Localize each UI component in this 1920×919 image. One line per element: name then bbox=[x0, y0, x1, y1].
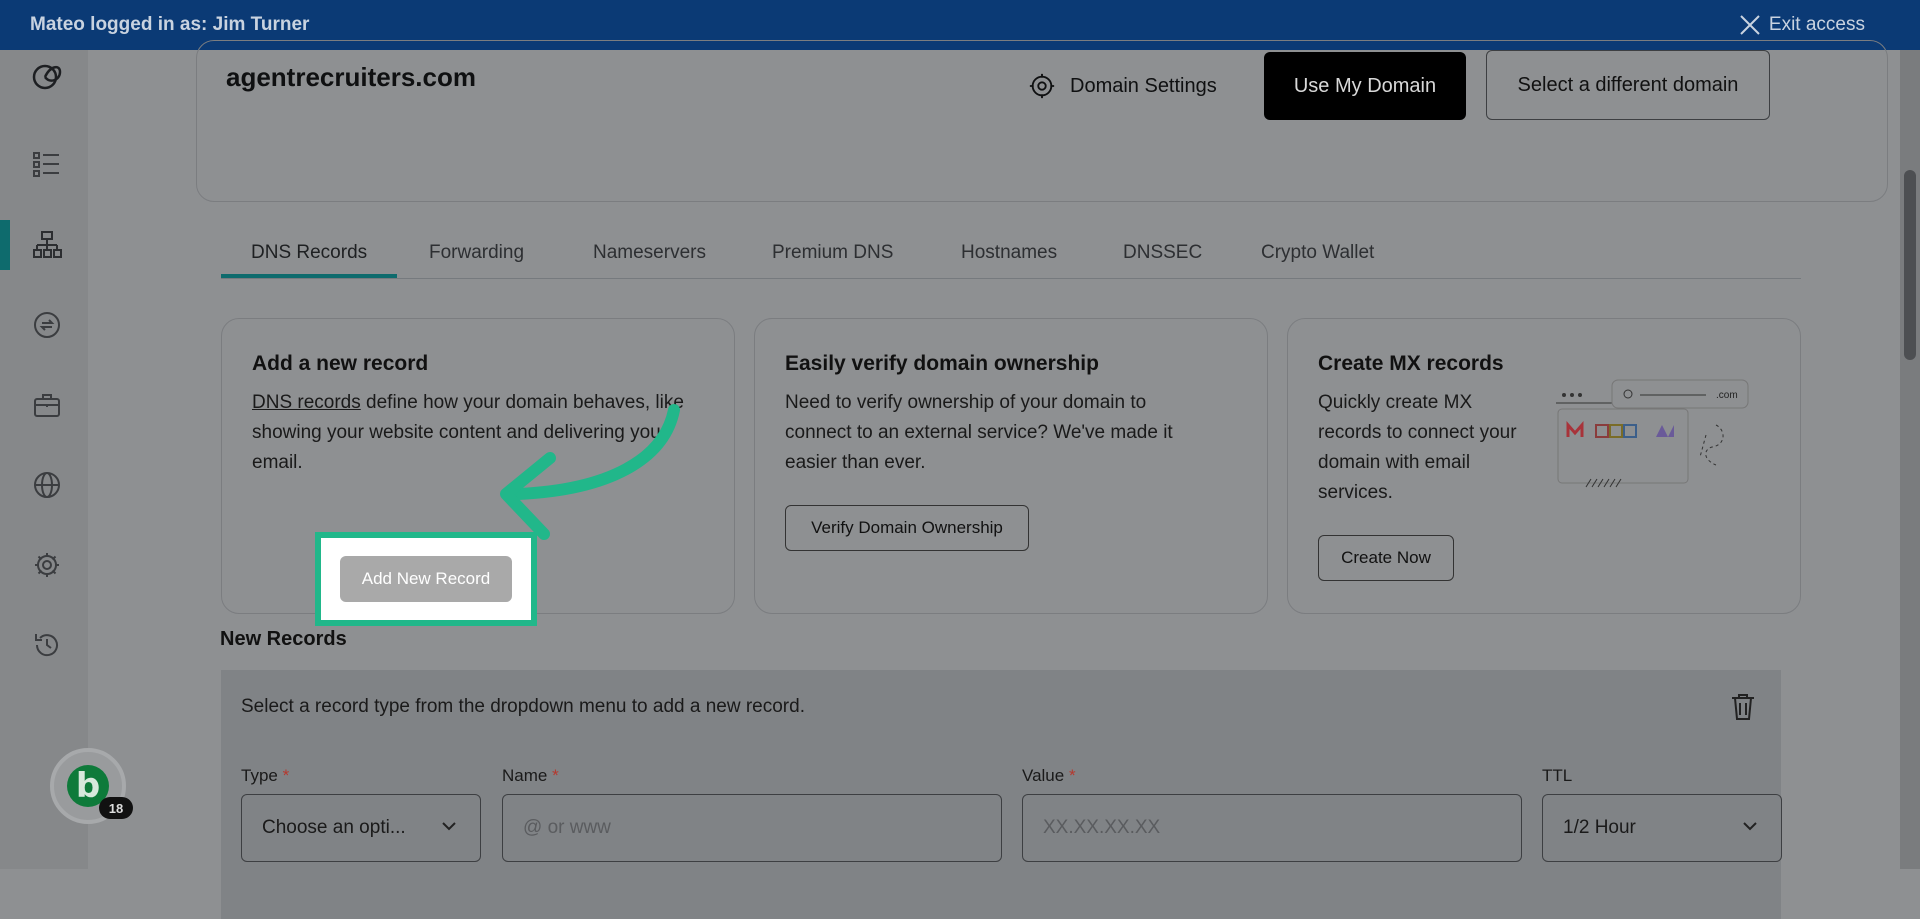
ttl-select-value: 1/2 Hour bbox=[1563, 817, 1636, 838]
mx-text-3: domain with email bbox=[1318, 452, 1471, 473]
illustration-domain-text: .com bbox=[1716, 390, 1738, 401]
page-scrollbar[interactable] bbox=[1900, 50, 1920, 869]
logged-in-text: Mateo logged in as: Jim Turner bbox=[30, 14, 310, 35]
list-icon[interactable] bbox=[30, 148, 64, 182]
tab-hostnames[interactable]: Hostnames bbox=[961, 242, 1057, 264]
tab-dnssec[interactable]: DNSSEC bbox=[1123, 242, 1202, 264]
active-indicator bbox=[0, 220, 10, 270]
globe-icon[interactable] bbox=[30, 468, 64, 502]
verify-text-2: connect to an external service? We've ma… bbox=[785, 422, 1173, 443]
mx-text-4: services. bbox=[1318, 482, 1393, 503]
pointer-arrow-icon bbox=[500, 404, 680, 540]
new-record-description: Select a record type from the dropdown m… bbox=[241, 696, 805, 717]
verify-text-3: easier than ever. bbox=[785, 452, 926, 473]
mx-records-card: Create MX records Quickly create MX reco… bbox=[1287, 318, 1801, 614]
verify-title: Easily verify domain ownership bbox=[785, 352, 1099, 375]
gear-icon[interactable] bbox=[30, 548, 64, 582]
email-providers-illustration: .com bbox=[1556, 379, 1749, 488]
tab-bar: DNS Records Forwarding Nameservers Premi… bbox=[221, 236, 1801, 279]
chevron-down-icon bbox=[442, 822, 456, 831]
mx-text-2: records to connect your bbox=[1318, 422, 1517, 443]
sidebar bbox=[0, 50, 88, 869]
history-icon[interactable] bbox=[30, 628, 64, 662]
gear-icon bbox=[1029, 73, 1055, 99]
notification-badge: 18 bbox=[99, 797, 133, 819]
name-placeholder: @ or www bbox=[523, 817, 611, 838]
chevron-down-icon bbox=[1743, 822, 1757, 831]
active-tab-underline bbox=[221, 274, 397, 278]
exit-access-button[interactable]: Exit access bbox=[1739, 14, 1865, 36]
transfer-icon[interactable] bbox=[30, 308, 64, 342]
verify-ownership-card: Easily verify domain ownership Need to v… bbox=[754, 318, 1268, 614]
name-label: Name * bbox=[502, 766, 559, 785]
value-label: Value * bbox=[1022, 766, 1076, 785]
briefcase-icon[interactable] bbox=[30, 388, 64, 422]
domain-settings-label: Domain Settings bbox=[1070, 74, 1217, 97]
mx-description: Quickly create MX records to connect you… bbox=[1318, 388, 1558, 508]
dns-records-link[interactable]: DNS records bbox=[252, 392, 361, 413]
verify-domain-ownership-button[interactable]: Verify Domain Ownership bbox=[785, 505, 1029, 551]
new-record-panel: Select a record type from the dropdown m… bbox=[221, 670, 1782, 919]
close-icon bbox=[1740, 15, 1760, 35]
ttl-label: TTL bbox=[1542, 766, 1573, 785]
trash-icon[interactable] bbox=[1729, 692, 1757, 722]
scrollbar-thumb[interactable] bbox=[1904, 170, 1916, 360]
type-select-value: Choose an opti... bbox=[262, 817, 406, 838]
tab-forwarding[interactable]: Forwarding bbox=[429, 242, 524, 264]
use-my-domain-button[interactable]: Use My Domain bbox=[1264, 52, 1466, 120]
add-record-text-3: email. bbox=[252, 452, 303, 473]
domain-settings-button[interactable]: Domain Settings bbox=[1028, 72, 1217, 100]
main-content: agentrecruiters.com Domain Settings Use … bbox=[88, 40, 1900, 919]
value-input[interactable]: XX.XX.XX.XX bbox=[1022, 794, 1522, 862]
tab-premium-dns[interactable]: Premium DNS bbox=[772, 242, 893, 264]
name-input[interactable]: @ or www bbox=[502, 794, 1002, 862]
tab-nameservers[interactable]: Nameservers bbox=[593, 242, 706, 264]
verify-description: Need to verify ownership of your domain … bbox=[785, 388, 1255, 478]
type-select[interactable]: Choose an opti... bbox=[241, 794, 481, 862]
create-now-button[interactable]: Create Now bbox=[1318, 535, 1454, 581]
add-new-record-button[interactable]: Add New Record bbox=[340, 556, 512, 602]
mx-text-1: Quickly create MX bbox=[1318, 392, 1473, 413]
mx-title: Create MX records bbox=[1318, 352, 1504, 375]
domain-name: agentrecruiters.com bbox=[226, 62, 476, 92]
dns-network-icon[interactable] bbox=[30, 228, 64, 262]
add-record-title: Add a new record bbox=[252, 352, 429, 375]
type-label: Type * bbox=[241, 766, 290, 785]
logo-icon[interactable] bbox=[30, 58, 64, 92]
tab-crypto-wallet[interactable]: Crypto Wallet bbox=[1261, 242, 1374, 264]
ttl-select[interactable]: 1/2 Hour bbox=[1542, 794, 1782, 862]
exit-access-label: Exit access bbox=[1768, 14, 1865, 35]
tab-dns-records[interactable]: DNS Records bbox=[251, 242, 367, 264]
verify-text-1: Need to verify ownership of your domain … bbox=[785, 392, 1147, 413]
select-different-domain-button[interactable]: Select a different domain bbox=[1486, 50, 1770, 120]
new-records-title: New Records bbox=[220, 628, 347, 650]
value-placeholder: XX.XX.XX.XX bbox=[1043, 817, 1161, 838]
